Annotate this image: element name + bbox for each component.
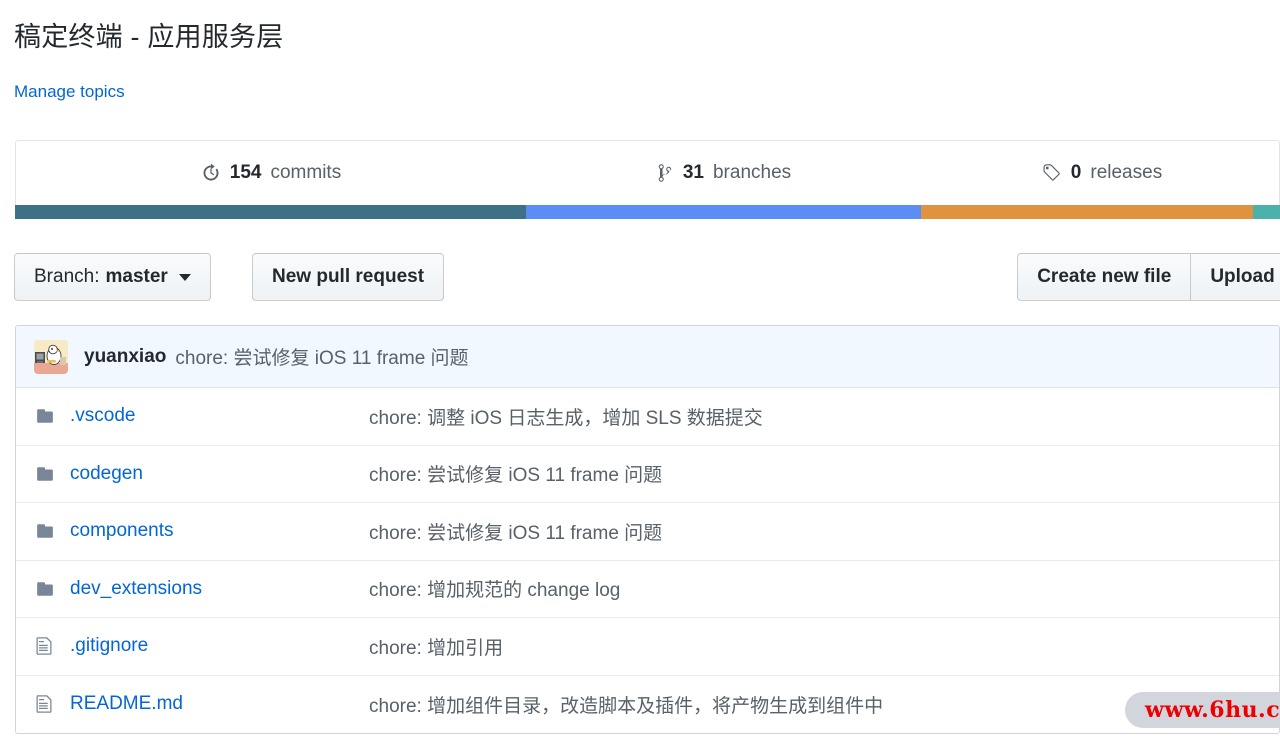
file-commit-message[interactable]: chore: 尝试修复 iOS 11 frame 问题 xyxy=(369,518,1261,545)
file-list-table: yuanxiao chore: 尝试修复 iOS 11 frame 问题 .vs… xyxy=(15,325,1280,734)
branch-prefix-label: Branch: xyxy=(34,266,100,287)
file-rows-container: .vscode chore: 调整 iOS 日志生成，增加 SLS 数据提交 cod… xyxy=(16,388,1279,733)
releases-label: releases xyxy=(1090,162,1163,183)
history-icon xyxy=(201,163,221,183)
releases-stat[interactable]: 0 releases xyxy=(921,162,1280,184)
commits-count: 154 xyxy=(229,162,262,183)
repository-stats-bar: 154 commits 31 branches 0 releases xyxy=(15,140,1280,205)
file-name-link[interactable]: .vscode xyxy=(70,405,369,427)
folder-icon xyxy=(34,580,56,598)
folder-icon xyxy=(34,522,56,540)
language-segment-4[interactable] xyxy=(1253,205,1280,219)
create-new-file-button[interactable]: Create new file xyxy=(1017,253,1192,301)
file-actions-group: Create new file Upload files xyxy=(1017,253,1280,301)
file-commit-message[interactable]: chore: 调整 iOS 日志生成，增加 SLS 数据提交 xyxy=(369,403,1261,430)
folder-icon xyxy=(34,465,56,483)
page-title: 稿定终端 - 应用服务层 xyxy=(14,22,284,52)
manage-topics-link[interactable]: Manage topics xyxy=(14,80,125,104)
upload-files-button[interactable]: Upload files xyxy=(1190,253,1280,301)
git-branch-icon xyxy=(656,163,674,183)
table-row: codegen chore: 尝试修复 iOS 11 frame 问题 xyxy=(16,446,1279,503)
file-name-link[interactable]: dev_extensions xyxy=(70,578,369,600)
chevron-down-icon xyxy=(178,273,191,281)
language-segment-1[interactable] xyxy=(15,205,527,219)
table-row: .gitignore chore: 增加引用 xyxy=(16,618,1279,676)
latest-commit-bar: yuanxiao chore: 尝试修复 iOS 11 frame 问题 xyxy=(16,326,1279,388)
branches-count: 31 xyxy=(682,162,704,183)
file-name-link[interactable]: .gitignore xyxy=(70,635,369,657)
branches-stat[interactable]: 31 branches xyxy=(526,162,921,184)
file-commit-message[interactable]: chore: 增加引用 xyxy=(369,633,1261,660)
file-name-link[interactable]: components xyxy=(70,520,369,542)
commits-stat[interactable]: 154 commits xyxy=(16,162,526,184)
language-segment-2[interactable] xyxy=(526,205,921,219)
file-commit-message[interactable]: chore: 增加规范的 change log xyxy=(369,575,1261,602)
table-row: README.md chore: 增加组件目录，改造脚本及插件，将产物生成到组件中 xyxy=(16,676,1279,734)
file-name-link[interactable]: README.md xyxy=(70,693,369,715)
branch-selector-button[interactable]: Branch: master xyxy=(14,253,211,301)
file-toolbar: Branch: master New pull request Create n… xyxy=(14,253,1280,301)
branches-label: branches xyxy=(712,162,792,183)
table-row: components chore: 尝试修复 iOS 11 frame 问题 xyxy=(16,503,1279,561)
table-row: .vscode chore: 调整 iOS 日志生成，增加 SLS 数据提交 xyxy=(16,388,1279,446)
watermark-badge: www.6hu.cc xyxy=(1125,692,1280,728)
file-commit-message[interactable]: chore: 尝试修复 iOS 11 frame 问题 xyxy=(369,460,1261,487)
file-icon xyxy=(34,636,56,656)
language-bar xyxy=(15,205,1280,219)
avatar[interactable] xyxy=(34,339,68,374)
branch-name-label: master xyxy=(105,266,168,287)
table-row: dev_extensions chore: 增加规范的 change log xyxy=(16,561,1279,618)
tag-icon xyxy=(1040,163,1062,183)
commit-author[interactable]: yuanxiao xyxy=(84,346,166,368)
commits-label: commits xyxy=(270,162,342,183)
commit-message[interactable]: chore: 尝试修复 iOS 11 frame 问题 xyxy=(175,343,468,370)
file-name-link[interactable]: codegen xyxy=(70,463,369,485)
new-pull-request-button[interactable]: New pull request xyxy=(252,253,445,301)
folder-icon xyxy=(34,407,56,425)
file-icon xyxy=(34,694,56,714)
language-segment-3[interactable] xyxy=(920,205,1254,219)
releases-count: 0 xyxy=(1070,162,1082,183)
repository-page: 稿定终端 - 应用服务层 Manage topics 154 commits 3… xyxy=(0,0,1280,749)
